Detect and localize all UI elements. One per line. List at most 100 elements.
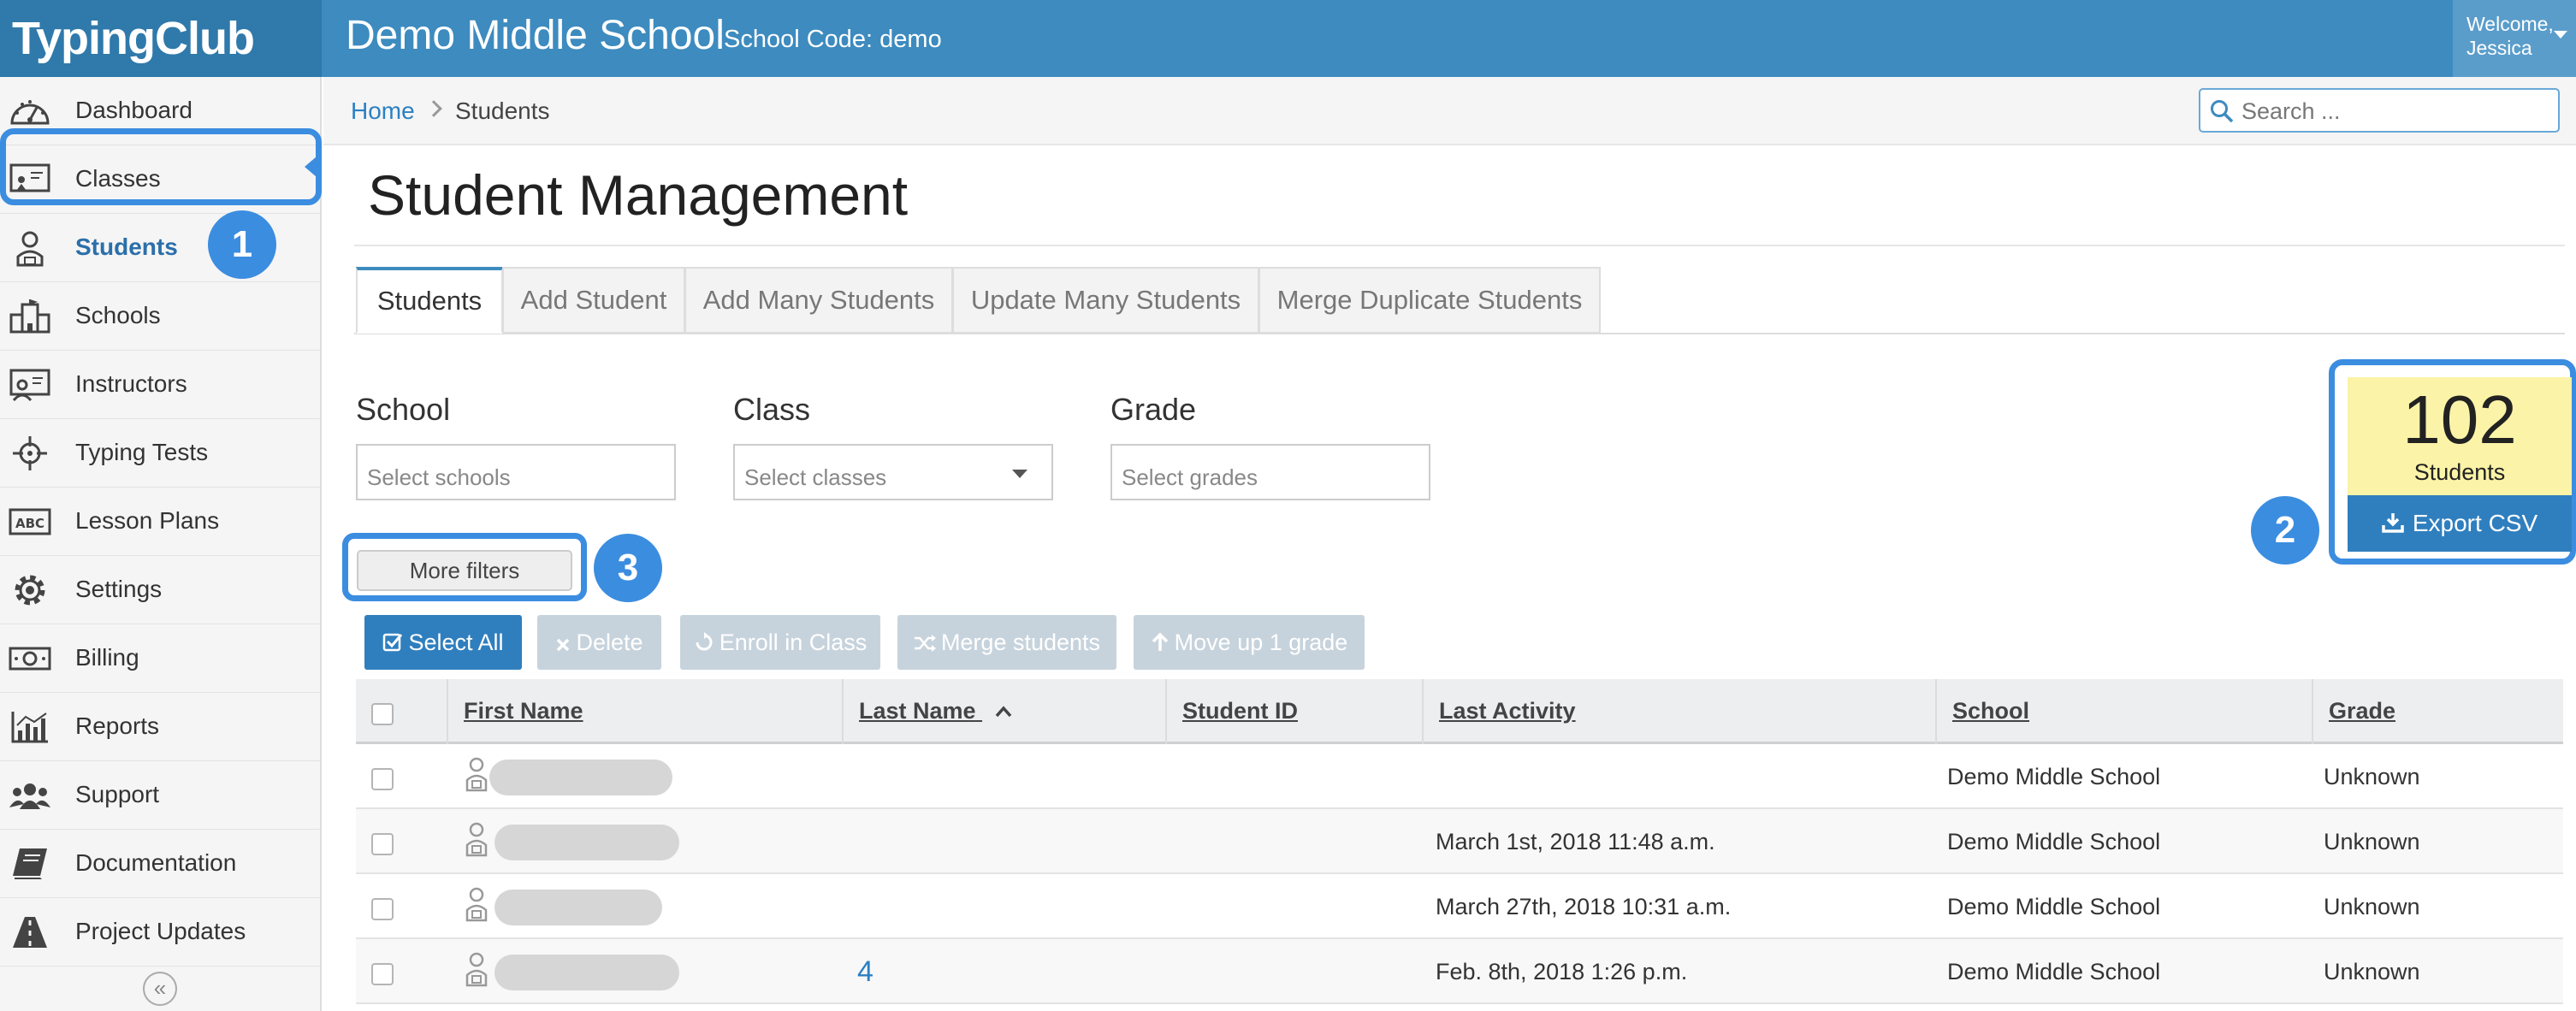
student-icon (465, 886, 488, 928)
book-icon (9, 845, 51, 883)
student-count-label: Students (2413, 459, 2506, 485)
sidebar: Dashboard Classes Students Schools Instr… (0, 77, 322, 1011)
cell-grade: Unknown (2324, 764, 2420, 789)
search-box[interactable] (2199, 88, 2560, 133)
sidebar-item-schools[interactable]: Schools (0, 282, 320, 351)
sidebar-item-project-updates[interactable]: Project Updates (0, 898, 320, 967)
user-name: Jessica (2466, 37, 2532, 59)
sidebar-item-typing-tests[interactable]: Typing Tests (0, 419, 320, 488)
column-header-student-id[interactable]: Student ID (1165, 679, 1422, 744)
tab-add-many-students[interactable]: Add Many Students (684, 267, 953, 334)
row-checkbox[interactable] (371, 963, 394, 985)
column-header-grade[interactable]: Grade (2312, 679, 2563, 744)
search-input[interactable] (2241, 97, 2549, 126)
students-highlight (0, 128, 322, 205)
more-filters-button[interactable]: More filters (357, 550, 572, 591)
column-header-last-activity[interactable]: Last Activity (1422, 679, 1935, 744)
cell-last-activity: Feb. 8th, 2018 1:26 p.m. (1436, 959, 1688, 984)
table-row[interactable]: March 1st, 2018 11:48 a.m. Demo Middle S… (356, 809, 2563, 874)
row-checkbox[interactable] (371, 833, 394, 855)
cell-last-activity: March 27th, 2018 10:31 a.m. (1436, 894, 1732, 919)
sidebar-item-reports[interactable]: Reports (0, 693, 320, 761)
table-row[interactable]: March 27th, 2018 10:31 a.m. Demo Middle … (356, 874, 2563, 939)
table-row[interactable]: 4 Feb. 8th, 2018 1:26 p.m. Demo Middle S… (356, 939, 2563, 1004)
table-row[interactable]: Demo Middle School Unknown (356, 744, 2563, 809)
active-indicator (305, 157, 317, 177)
student-count-box: 102 Students (2348, 377, 2572, 495)
select-all-button[interactable]: Select All (364, 615, 522, 670)
gear-icon (9, 571, 51, 609)
logo-area: TypingClub (0, 0, 322, 77)
download-icon (2382, 513, 2404, 533)
school-filter-label: School (356, 392, 451, 427)
tab-add-student[interactable]: Add Student (502, 267, 685, 334)
sidebar-item-label: Dashboard (75, 97, 192, 123)
delete-label: Delete (576, 630, 643, 655)
collapse-sidebar-button[interactable]: « (143, 972, 177, 1006)
sidebar-item-billing[interactable]: Billing (0, 624, 320, 693)
road-icon (9, 913, 51, 951)
sidebar-item-label: Project Updates (75, 918, 246, 944)
cell-school: Demo Middle School (1947, 959, 2161, 984)
merge-students-button[interactable]: Merge students (897, 615, 1116, 670)
sort-ascending-icon (995, 706, 1012, 718)
cell-grade: Unknown (2324, 829, 2420, 854)
column-header-school[interactable]: School (1935, 679, 2312, 744)
tab-students[interactable]: Students (356, 267, 503, 334)
redacted-first-name (494, 890, 662, 925)
callout-marker-1: 1 (208, 210, 276, 279)
money-icon (9, 640, 51, 677)
column-header-last-name[interactable]: Last Name (842, 679, 1165, 744)
enroll-in-class-button[interactable]: Enroll in Class (680, 615, 880, 670)
school-name: Demo Middle School (346, 13, 725, 58)
school-code: School Code: demo (724, 26, 942, 53)
dashboard-icon (9, 92, 51, 130)
move-up-grade-button[interactable]: Move up 1 grade (1134, 615, 1365, 670)
column-header-first-name[interactable]: First Name (447, 679, 772, 744)
chevron-down-icon (2554, 31, 2567, 38)
cell-last-name[interactable]: 4 (857, 939, 873, 1004)
delete-button[interactable]: Delete (537, 615, 661, 670)
search-icon (2209, 98, 2235, 128)
grade-select[interactable]: Select grades (1110, 444, 1430, 500)
sidebar-item-lesson-plans[interactable]: ABC Lesson Plans (0, 488, 320, 556)
row-checkbox[interactable] (371, 898, 394, 920)
sidebar-item-documentation[interactable]: Documentation (0, 830, 320, 898)
breadcrumb-home-link[interactable]: Home (351, 98, 415, 125)
sidebar-item-label: Instructors (75, 370, 187, 397)
student-count: 102 (2402, 381, 2517, 458)
cell-grade: Unknown (2324, 894, 2420, 919)
sidebar-item-label: Typing Tests (75, 439, 209, 465)
breadcrumb-current: Students (455, 98, 550, 124)
school-select[interactable]: Select schools (356, 444, 676, 500)
instructor-icon (9, 366, 51, 404)
user-menu[interactable]: Welcome, Jessica (2453, 0, 2576, 77)
sidebar-item-label: Schools (75, 302, 161, 328)
class-select[interactable]: Select classes (733, 444, 1053, 500)
redacted-first-name (494, 825, 679, 860)
select-all-label: Select All (408, 630, 504, 655)
redacted-first-name (494, 955, 679, 990)
move-up-grade-label: Move up 1 grade (1174, 630, 1348, 655)
abc-icon: ABC (9, 503, 51, 541)
sidebar-item-instructors[interactable]: Instructors (0, 351, 320, 419)
row-checkbox[interactable] (371, 768, 394, 790)
tab-merge-duplicate-students[interactable]: Merge Duplicate Students (1258, 267, 1601, 334)
sidebar-item-label: Reports (75, 712, 160, 739)
redacted-first-name (489, 760, 672, 795)
shuffle-icon (914, 635, 936, 652)
close-icon (557, 638, 570, 652)
top-bar: TypingClub Demo Middle School School Cod… (0, 0, 2576, 77)
logo[interactable]: TypingClub (12, 12, 255, 65)
select-all-checkbox[interactable] (371, 703, 394, 725)
sidebar-item-label: Lesson Plans (75, 507, 220, 534)
sidebar-item-settings[interactable]: Settings (0, 556, 320, 624)
export-csv-button[interactable]: Export CSV (2348, 495, 2572, 552)
group-icon (9, 777, 51, 814)
student-icon (465, 951, 488, 993)
checkbox-checked-icon (383, 633, 403, 652)
arrow-up-icon (1152, 632, 1168, 651)
divider (354, 245, 2565, 246)
tab-update-many-students[interactable]: Update Many Students (952, 267, 1259, 334)
sidebar-item-support[interactable]: Support (0, 761, 320, 830)
